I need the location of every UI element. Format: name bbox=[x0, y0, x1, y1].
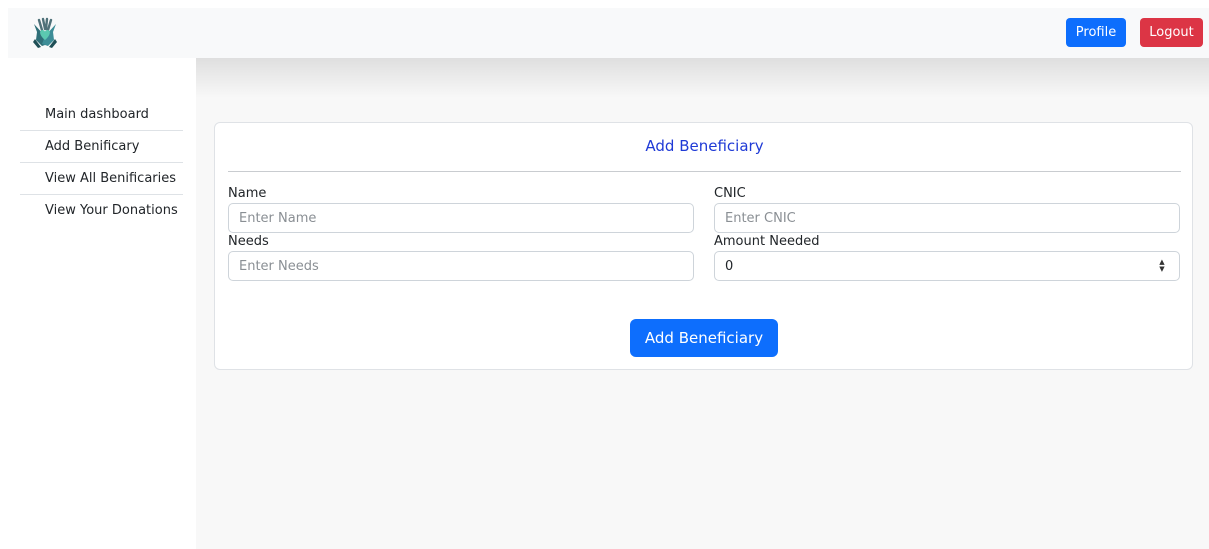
amount-needed-input[interactable] bbox=[714, 251, 1180, 281]
profile-button[interactable]: Profile bbox=[1066, 18, 1126, 47]
navbar-shadow bbox=[196, 58, 1209, 98]
needs-label: Needs bbox=[228, 234, 269, 249]
sidebar-nav: Main dashboard Add Benificary View All B… bbox=[20, 99, 183, 227]
amount-needed-label: Amount Needed bbox=[714, 234, 820, 249]
title-divider bbox=[228, 171, 1181, 172]
sidebar-item-view-your-donations[interactable]: View Your Donations bbox=[20, 195, 183, 227]
top-navbar: Profile Logout bbox=[8, 8, 1209, 58]
app-window: Profile Logout Main dashboard Add Benifi… bbox=[0, 0, 1209, 549]
needs-input[interactable] bbox=[228, 251, 694, 281]
sidebar-item-main-dashboard[interactable]: Main dashboard bbox=[20, 99, 183, 131]
number-stepper-icon[interactable]: ▲ ▼ bbox=[1157, 258, 1167, 274]
add-beneficiary-card: Add Beneficiary Name CNIC Needs Amount N… bbox=[214, 122, 1193, 370]
cnic-label: CNIC bbox=[714, 186, 746, 201]
sidebar: Main dashboard Add Benificary View All B… bbox=[0, 58, 196, 549]
cnic-input[interactable] bbox=[714, 203, 1180, 233]
main-content: Add Beneficiary Name CNIC Needs Amount N… bbox=[196, 58, 1209, 549]
add-beneficiary-submit-button[interactable]: Add Beneficiary bbox=[630, 319, 778, 357]
logout-button[interactable]: Logout bbox=[1140, 18, 1203, 47]
sidebar-item-view-all-beneficiaries[interactable]: View All Benificaries bbox=[20, 163, 183, 195]
form-title: Add Beneficiary bbox=[645, 137, 764, 155]
hands-heart-logo-icon[interactable] bbox=[28, 16, 62, 50]
name-input[interactable] bbox=[228, 203, 694, 233]
sidebar-item-add-beneficiary[interactable]: Add Benificary bbox=[20, 131, 183, 163]
name-label: Name bbox=[228, 186, 267, 201]
